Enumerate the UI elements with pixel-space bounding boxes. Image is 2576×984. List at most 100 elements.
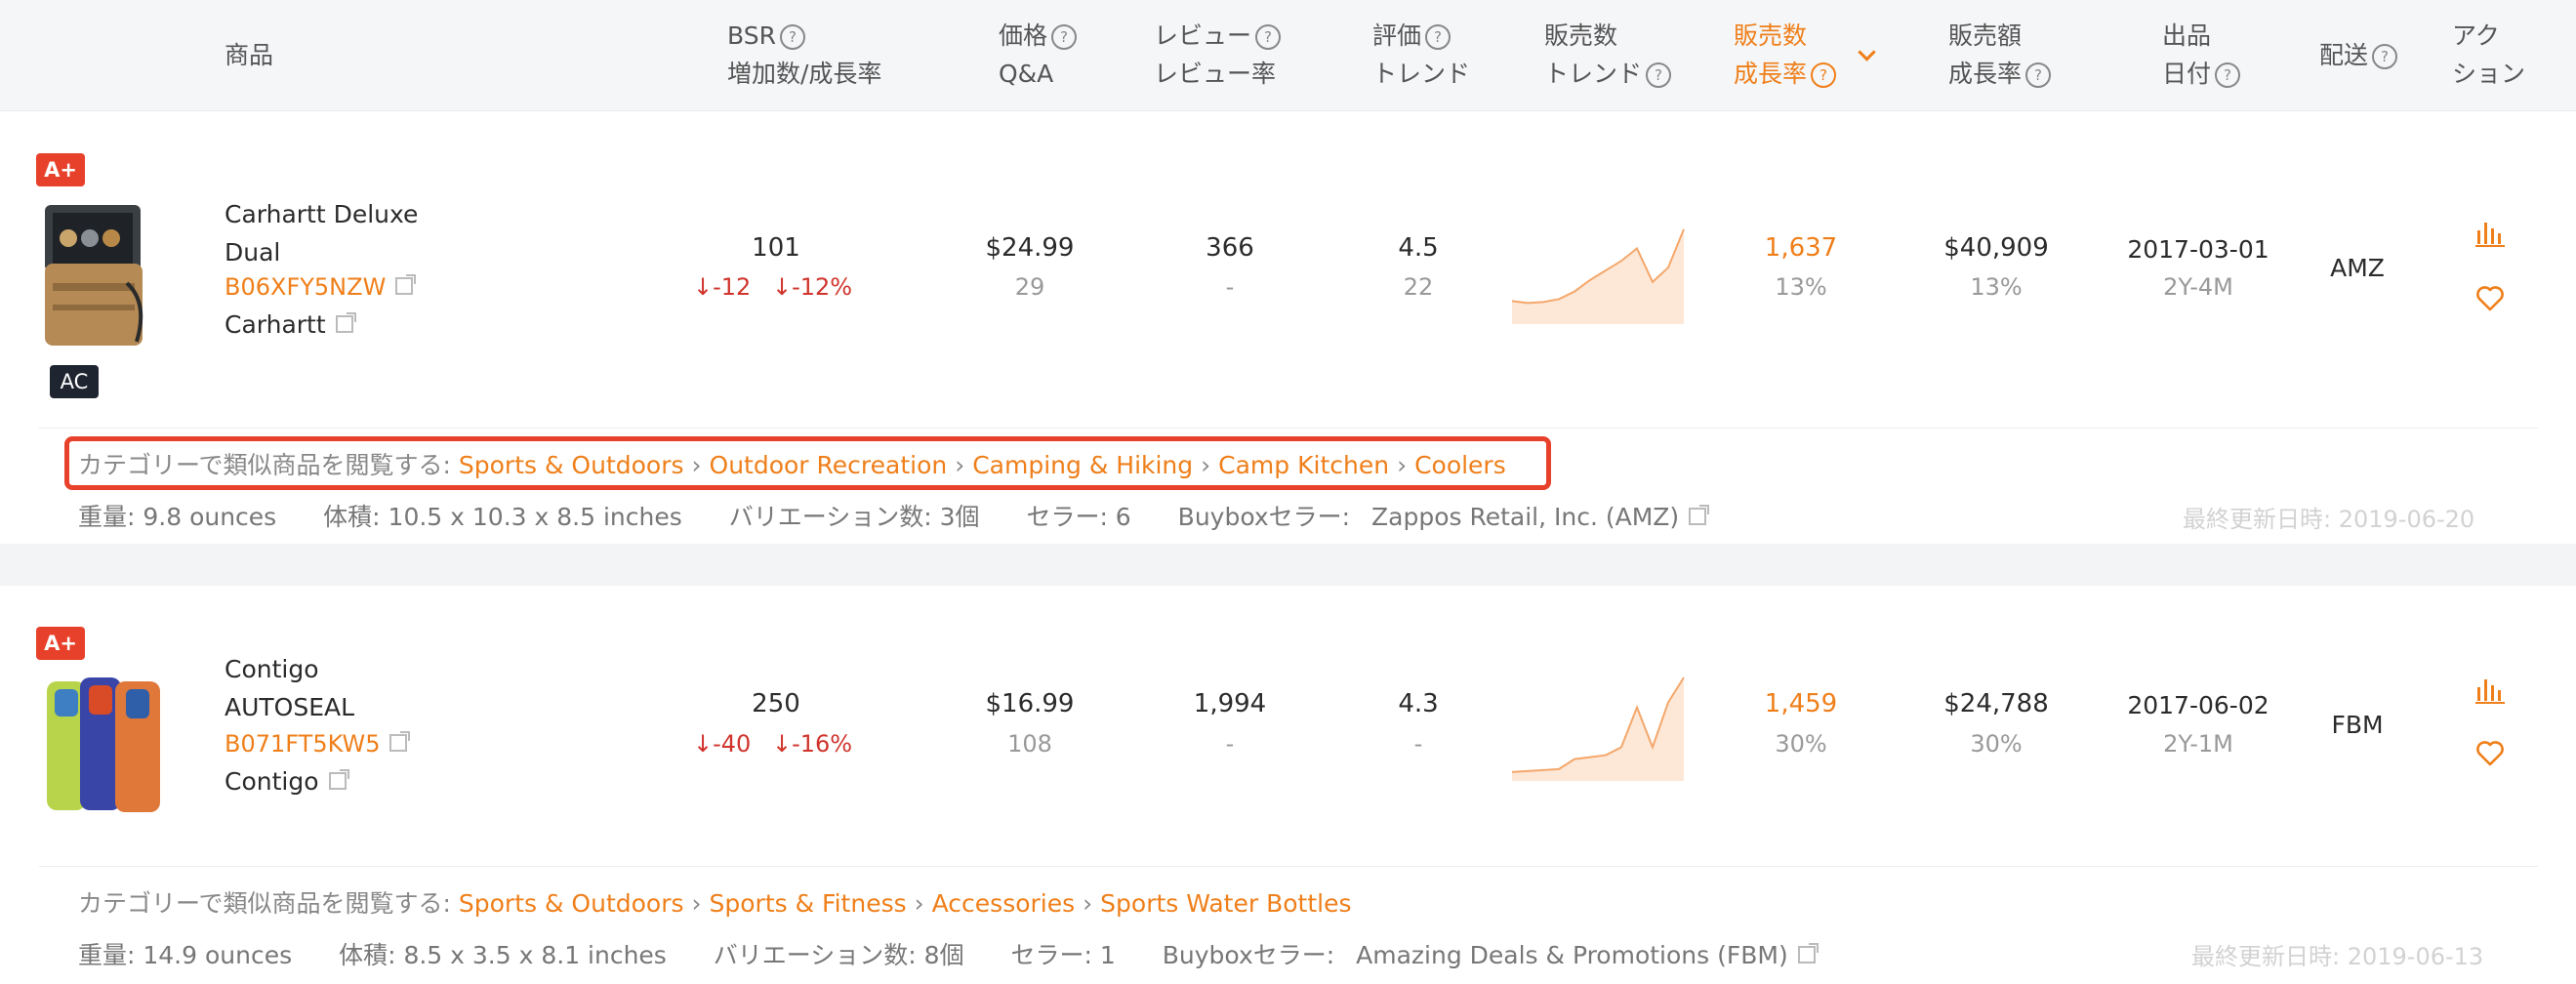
revenue-growth: 13%	[1970, 273, 2023, 301]
header-listed[interactable]: 出品 日付?	[2162, 17, 2241, 93]
external-link-icon[interactable]	[335, 312, 356, 333]
header-revenue[interactable]: 販売額 成長率?	[1948, 17, 2052, 93]
brand-link[interactable]: Contigo	[225, 767, 349, 796]
last-updated: 最終更新日時: 2019-06-13	[2191, 943, 2484, 970]
sales-trend-sparkline[interactable]	[1511, 672, 1685, 781]
revenue-value: $40,909	[1943, 233, 2049, 263]
product-meta: 重量: 14.9 ounces 体積: 8.5 x 3.5 x 8.1 inch…	[78, 936, 1819, 971]
help-icon[interactable]: ?	[779, 24, 805, 50]
breadcrumb-separator: ›	[1083, 889, 1093, 918]
breadcrumb-separator: ›	[955, 451, 965, 479]
external-link-icon[interactable]	[389, 731, 411, 752]
qa-count: 108	[1007, 730, 1052, 758]
bsr-value: 101	[752, 233, 800, 263]
category-link[interactable]: Sports & Outdoors	[459, 889, 684, 918]
category-link[interactable]: Sports & Fitness	[710, 889, 907, 918]
chart-icon[interactable]	[2475, 677, 2505, 705]
listed-date: 2017-06-02	[2127, 691, 2269, 719]
category-link[interactable]: Camp Kitchen	[1218, 451, 1389, 479]
asin-link[interactable]: B06XFY5NZW	[225, 273, 417, 301]
help-icon[interactable]: ?	[1425, 24, 1452, 50]
category-link[interactable]: Sports & Outdoors	[459, 451, 684, 479]
category-breadcrumb: カテゴリーで類似商品を閲覧する: Sports & Outdoors › Sport…	[78, 889, 1352, 918]
last-updated: 最終更新日時: 2019-06-20	[2183, 506, 2475, 533]
review-count: 1,994	[1193, 689, 1267, 718]
revenue-growth: 30%	[1970, 730, 2023, 758]
sales-trend-sparkline[interactable]	[1511, 219, 1685, 324]
chart-icon[interactable]	[2475, 221, 2505, 248]
breadcrumb-separator: ›	[1397, 451, 1408, 479]
listed-age: 2Y-4M	[2163, 273, 2233, 301]
header-shipping[interactable]: 配送?	[2319, 36, 2398, 74]
help-icon[interactable]: ?	[1811, 62, 1837, 88]
product-image[interactable]	[39, 195, 148, 353]
bsr-value: 250	[752, 689, 800, 718]
sales-growth: 13%	[1775, 273, 1827, 301]
heart-icon[interactable]	[2475, 740, 2505, 767]
header-review[interactable]: レビュー? レビュー率	[1154, 17, 1282, 93]
help-icon[interactable]: ?	[1646, 62, 1672, 88]
sort-desc-icon[interactable]	[1858, 43, 1876, 62]
category-link[interactable]: Sports Water Bottles	[1100, 889, 1351, 918]
rating-trend: 22	[1403, 273, 1434, 301]
qa-count: 29	[1014, 273, 1045, 301]
listed-age: 2Y-1M	[2163, 730, 2233, 758]
review-count: 366	[1206, 233, 1254, 263]
header-sales-growth[interactable]: 販売数 成長率?	[1734, 17, 1876, 93]
brand-link[interactable]: Carhartt	[225, 310, 356, 339]
aplus-badge: A+	[36, 153, 85, 186]
bsr-change: ↓-40 ↓-16%	[693, 730, 853, 758]
category-breadcrumb: カテゴリーで類似商品を閲覧する: Sports & Outdoors › Outdo…	[78, 451, 1506, 479]
rating-trend: -	[1413, 730, 1423, 758]
category-link[interactable]: Coolers	[1414, 451, 1506, 479]
sales-growth: 30%	[1775, 730, 1827, 758]
category-link[interactable]: Outdoor Recreation	[710, 451, 948, 479]
help-icon[interactable]: ?	[2372, 44, 2398, 69]
product-title[interactable]: Carhartt Deluxe Dual	[225, 195, 418, 271]
price-value: $24.99	[985, 233, 1075, 263]
external-link-icon[interactable]	[328, 769, 349, 790]
arrow-down-icon: ↓	[693, 730, 714, 758]
heart-icon[interactable]	[2475, 285, 2505, 312]
breadcrumb-separator: ›	[1201, 451, 1211, 479]
arrow-down-icon: ↓	[771, 273, 793, 301]
help-icon[interactable]: ?	[2025, 62, 2052, 88]
breadcrumb-separator: ›	[691, 451, 702, 479]
external-link-icon[interactable]	[395, 274, 417, 295]
category-link[interactable]: Camping & Hiking	[972, 451, 1193, 479]
help-icon[interactable]: ?	[1255, 24, 1282, 50]
shipping-type: FBM	[2331, 711, 2384, 739]
revenue-value: $24,788	[1943, 689, 2049, 718]
product-title[interactable]: Contigo AUTOSEAL	[225, 650, 354, 726]
external-link-icon[interactable]	[1797, 943, 1819, 964]
breadcrumb-separator: ›	[691, 889, 702, 918]
arrow-down-icon: ↓	[693, 273, 714, 301]
breadcrumb-separator: ›	[914, 889, 924, 918]
product-meta: 重量: 9.8 ounces 体積: 10.5 x 10.3 x 8.5 inc…	[78, 498, 1710, 533]
header-bsr[interactable]: BSR? 増加数/成長率	[727, 17, 881, 93]
rating-value: 4.5	[1398, 233, 1439, 263]
price-value: $16.99	[985, 689, 1075, 718]
review-rate: -	[1225, 730, 1235, 758]
external-link-icon[interactable]	[1689, 505, 1710, 525]
table-header: 商品 BSR? 増加数/成長率 価格? Q&A レビュー? レビュー率 評価? …	[0, 0, 2576, 111]
bsr-change: ↓-12 ↓-12%	[693, 273, 853, 301]
product-image[interactable]	[45, 672, 172, 820]
header-sales-trend[interactable]: 販売数 トレンド?	[1544, 17, 1672, 93]
review-rate: -	[1225, 273, 1235, 301]
sales-value: 1,459	[1764, 689, 1838, 718]
arrow-down-icon: ↓	[771, 730, 793, 758]
rating-value: 4.3	[1398, 689, 1439, 718]
ac-badge: AC	[50, 365, 99, 398]
shipping-type: AMZ	[2330, 254, 2385, 282]
category-link[interactable]: Accessories	[932, 889, 1076, 918]
asin-link[interactable]: B071FT5KW5	[225, 730, 411, 758]
aplus-badge: A+	[36, 627, 85, 660]
help-icon[interactable]: ?	[1051, 24, 1078, 50]
help-icon[interactable]: ?	[2215, 62, 2241, 88]
listed-date: 2017-03-01	[2127, 235, 2269, 264]
header-price[interactable]: 価格? Q&A	[999, 17, 1078, 93]
header-product[interactable]: 商品	[225, 36, 273, 74]
header-rating[interactable]: 評価? トレンド	[1372, 17, 1470, 93]
sales-value: 1,637	[1764, 233, 1838, 263]
